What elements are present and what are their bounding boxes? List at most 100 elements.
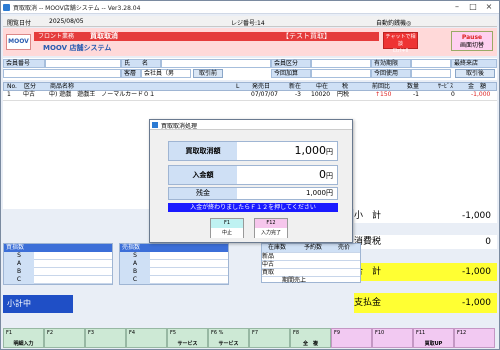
row-release: 07/07/07 <box>251 91 278 98</box>
dialog-cancel-button[interactable]: F1 中止 <box>210 218 244 238</box>
member-type-field[interactable] <box>311 59 371 68</box>
test-label: 【テスト買取】 <box>282 32 331 40</box>
dialog-title: 買取取消処理 <box>161 123 198 130</box>
member-no-field[interactable] <box>45 59 121 68</box>
function-keys: F1 明細入力 F2 F3 F4 F5 サービス F6 % サービス F7 F8 全 複… <box>3 328 497 348</box>
member-type-label: 会員区分 <box>271 59 311 68</box>
main-window: 買取取消 -- MOOV店舗システム -- Ver3.28.04 – □ × 閲… <box>0 0 500 350</box>
dialog-complete-button[interactable]: F12 入力完了 <box>254 218 288 238</box>
dialog-f1-label: 中止 <box>211 228 243 238</box>
deposit-yen: 円 <box>326 172 333 180</box>
f12-key[interactable]: F12 <box>454 328 495 348</box>
maximize-icon[interactable]: □ <box>465 2 481 11</box>
point-use-field <box>411 69 451 78</box>
table-row[interactable]: 1 中古 中) 遊戯 遊戯王 ノーマルカード０１ 07/07/07 -3 100… <box>3 91 497 101</box>
col-new-stock: 新在 <box>289 83 302 90</box>
remaining-label: 残金 <box>169 188 237 199</box>
cancel-amount-yen: 円 <box>326 148 333 156</box>
f9-key[interactable]: F9 <box>331 328 372 348</box>
f7-key[interactable]: F7 <box>249 328 290 348</box>
chat-consult-button[interactable]: チャットで相談 Ctrl+ll <box>383 32 418 54</box>
cancel-amount-label: 買取取消額 <box>169 142 237 160</box>
f3-key[interactable]: F3 <box>85 328 126 348</box>
buy-grade-b: B <box>4 268 112 276</box>
subtotal-label: 小 計 <box>354 209 394 223</box>
stock-row-new: 新品 <box>262 252 360 260</box>
remaining-value: 1,000円 <box>237 188 337 199</box>
deposit-row: 入金額 0円 <box>168 165 338 185</box>
payment-label: 支払金 <box>354 293 394 313</box>
col-tax: 税 <box>342 83 349 90</box>
row-service: 0 <box>451 91 455 98</box>
pause-label: Pause <box>461 34 483 41</box>
deposit-input[interactable]: 0円 <box>237 166 337 184</box>
customer-info: 会員番号 氏 名 会員区分 有効期限 最終来店 客層 会社員（男 取引前 今回加… <box>3 58 497 80</box>
deposit-label: 入金額 <box>169 166 237 184</box>
col-kind: 区分 <box>24 83 37 90</box>
name-field[interactable] <box>161 59 271 68</box>
dialog-message: 入金が終わりましたらＦ１２を押してください <box>168 203 338 212</box>
pre-transaction-button[interactable]: 取引前 <box>193 69 223 78</box>
chat-consult-label: チャットで相談 <box>385 34 416 47</box>
close-icon[interactable]: × <box>481 2 497 11</box>
f5-key[interactable]: F5 サービス <box>167 328 208 348</box>
f1-key[interactable]: F1 明細入力 <box>3 328 44 348</box>
f2-key[interactable]: F2 <box>44 328 85 348</box>
f10-key[interactable]: F10 <box>372 328 413 348</box>
pause-button[interactable]: Pause 画面切替 <box>451 31 493 51</box>
post-transaction-button[interactable]: 取引後 <box>455 69 495 78</box>
stock-row-used: 中古 <box>262 260 360 268</box>
info-bar: 閲覧日付 2025/08/05 レジ番号:14 自動釣銭機◎ <box>3 16 497 27</box>
minimize-icon[interactable]: – <box>449 2 465 11</box>
col-service: ｻｰﾋﾞｽ <box>438 83 454 90</box>
dialog-f1-key: F1 <box>211 219 243 228</box>
f11-key[interactable]: F11 買取UP <box>413 328 454 348</box>
name-label: 氏 名 <box>121 59 161 68</box>
row-new-stock: -3 <box>295 91 301 98</box>
expiry-field <box>411 59 451 68</box>
expiry-label: 有効期限 <box>371 59 411 68</box>
stock-col-instock: 在庫数 <box>268 244 287 251</box>
buy-count-panel: 買指数 S A B C <box>3 243 113 285</box>
row-no: 1 <box>7 91 11 98</box>
cancel-amount-box: 1,000円 <box>237 142 337 160</box>
row-qty: -1 <box>413 91 419 98</box>
f4-key[interactable]: F4 <box>126 328 167 348</box>
f6-key[interactable]: F6 % サービス <box>208 328 249 348</box>
header-bar: フロント業務 買取取消 【テスト買取】 <box>34 32 379 41</box>
buy-grade-s: S <box>4 252 112 260</box>
moov-logo: MOOV <box>6 34 31 50</box>
auto-change-status: 自動釣銭機◎ <box>376 20 412 27</box>
sell-count-panel: 売指数 S A B C <box>119 243 229 285</box>
customer-type-value[interactable]: 会社員（男 <box>141 69 191 78</box>
screen-title: 買取取消 <box>90 32 118 40</box>
grid-header: No. 区分 商品名称 L 発売日 新在 中在 税 前回比 数量 ｻｰﾋﾞｽ 金… <box>3 82 497 91</box>
dialog-f12-label: 入力完了 <box>255 228 287 238</box>
dialog-app-icon <box>152 122 158 128</box>
col-qty: 数量 <box>407 83 420 90</box>
row-kind: 中古 <box>23 91 36 98</box>
stock-header: 在庫数 予約数 売价 <box>262 244 360 252</box>
point-add-label: 今回加算 <box>271 69 311 78</box>
sell-grade-s: S <box>120 252 228 260</box>
cancel-amount-value: 1,000 <box>294 144 327 157</box>
dialog-f12-key: F12 <box>255 219 287 228</box>
system-name: MOOV 店舗システム <box>43 44 112 52</box>
sell-grade-b: B <box>120 268 228 276</box>
window-title: 買取取消 -- MOOV店舗システム -- Ver3.28.04 <box>13 5 141 12</box>
subtotal-status-bar: 小計中 <box>3 295 73 313</box>
row-amount: -1,000 <box>471 91 491 98</box>
date-label: 閲覧日付 <box>7 20 32 27</box>
row-used-stock: 10020 <box>311 91 331 98</box>
sell-grade-c: C <box>120 276 228 284</box>
cancel-purchase-dialog: 買取取消処理 買取取消額 1,000円 入金額 0円 残金 1,000円 入金が… <box>149 119 353 243</box>
stock-row-buy: 買取 <box>262 268 360 276</box>
col-name: 商品名称 <box>50 83 75 90</box>
total-value: -1,000 <box>394 263 497 281</box>
remaining-row: 残金 1,000円 <box>168 187 338 200</box>
payment-value: -1,000 <box>394 293 497 313</box>
row-name: 中) 遊戯 遊戯王 ノーマルカード０１ <box>49 91 156 98</box>
col-no: No. <box>7 83 17 90</box>
f8-key[interactable]: F8 全 複 <box>290 328 331 348</box>
business-date: 2025/08/05 <box>49 18 84 25</box>
